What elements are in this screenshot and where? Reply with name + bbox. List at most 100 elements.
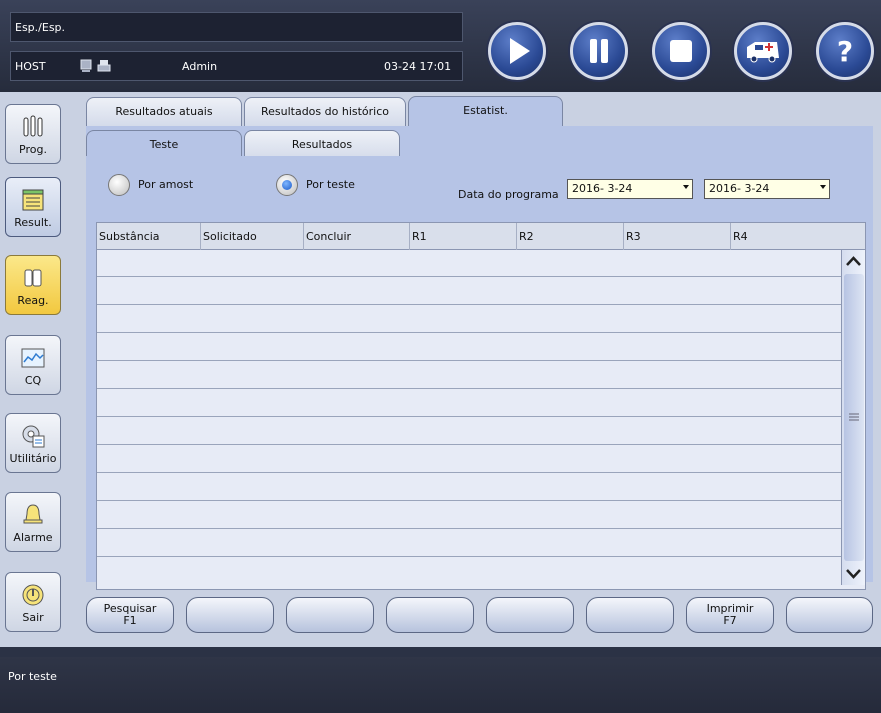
mode-bar: Esp./Esp.: [10, 12, 463, 42]
status-box: Por teste: [8, 664, 878, 692]
help-button[interactable]: ?: [816, 22, 874, 80]
qc-chart-icon: [21, 348, 45, 368]
sidebar-item-alarme[interactable]: Alarme: [5, 492, 61, 552]
ambulance-icon: [747, 42, 779, 63]
sidebar-label-result: Result.: [14, 216, 52, 229]
scroll-thumb[interactable]: [844, 274, 864, 561]
tab-label: Resultados do histórico: [260, 105, 390, 118]
sidebar-item-sair[interactable]: Sair: [5, 572, 61, 632]
program-date-label: Data do programa: [458, 188, 559, 201]
table-row[interactable]: [97, 530, 841, 557]
host-label: HOST: [15, 60, 46, 73]
grip-icon: [849, 413, 859, 421]
scroll-up-button[interactable]: [842, 250, 865, 274]
function-button-3[interactable]: [286, 597, 374, 633]
date-from-select[interactable]: 2016- 3-24: [567, 179, 693, 199]
subtab-label: Resultados: [291, 138, 353, 151]
function-button-2[interactable]: [186, 597, 274, 633]
datetime-label: 03-24 17:01: [384, 60, 452, 73]
search-button[interactable]: Pesquisar F1: [86, 597, 174, 633]
table-row[interactable]: [97, 474, 841, 501]
main-panel: Resultados atuais Resultados do históric…: [78, 92, 881, 647]
table-row[interactable]: [97, 362, 841, 389]
sidebar-label-alarme: Alarme: [13, 531, 53, 544]
print-button[interactable]: Imprimir F7: [686, 597, 774, 633]
utility-gear-icon: [22, 425, 45, 448]
sidebar-item-utilitario[interactable]: Utilitário: [5, 413, 61, 473]
sidebar-item-cq[interactable]: CQ: [5, 335, 61, 395]
tab-label: Resultados atuais: [115, 105, 213, 118]
status-text: Por teste: [8, 670, 57, 683]
user-label: Admin: [182, 60, 218, 73]
radio-label: Por amost: [138, 178, 194, 191]
table-header: Substância Solicitado Concluir R1 R2 R3 …: [97, 223, 865, 250]
table-row[interactable]: [97, 446, 841, 473]
sidebar-item-result[interactable]: Result.: [5, 177, 61, 237]
bell-icon: [23, 504, 43, 524]
table-row[interactable]: [97, 558, 841, 585]
sidebar: Prog. Result. Reag. CQ Utilitário Alarme…: [0, 92, 78, 647]
sidebar-label-reag: Reag.: [17, 294, 49, 307]
sidebar-label-utilitario: Utilitário: [9, 452, 57, 465]
tab-label: Estatist.: [463, 104, 508, 117]
stop-icon: [670, 40, 692, 62]
date-from-value: 2016- 3-24: [572, 182, 633, 195]
stop-button[interactable]: [652, 22, 710, 80]
subtab-label: Teste: [149, 138, 179, 151]
function-button-8[interactable]: [786, 597, 873, 633]
chevron-down-icon: [820, 185, 826, 189]
function-button-6[interactable]: [586, 597, 674, 633]
computer-icon: [80, 59, 92, 72]
help-icon: ?: [837, 35, 853, 68]
column-header[interactable]: Substância: [97, 223, 201, 250]
table-body: [97, 250, 841, 585]
results-icon: [22, 189, 44, 211]
radio-circle: [276, 174, 298, 196]
print-button-key: F7: [723, 614, 737, 627]
tab-history-results[interactable]: Resultados do histórico: [244, 97, 406, 127]
tab-statistics[interactable]: Estatist.: [408, 96, 563, 126]
column-header[interactable]: R2: [517, 223, 624, 250]
table-row[interactable]: [97, 390, 841, 417]
printer-icon: [97, 60, 111, 72]
play-button[interactable]: [488, 22, 546, 80]
column-header[interactable]: R4: [731, 223, 865, 250]
chevron-up-icon: [846, 256, 861, 266]
chevron-down-icon: [683, 185, 689, 189]
chevron-down-icon: [846, 569, 861, 579]
date-to-value: 2016- 3-24: [709, 182, 770, 195]
pause-icon: [590, 39, 608, 63]
table-row[interactable]: [97, 334, 841, 361]
sidebar-item-reag[interactable]: Reag.: [5, 255, 61, 315]
column-header[interactable]: Concluir: [304, 223, 410, 250]
pause-button[interactable]: [570, 22, 628, 80]
test-tubes-icon: [23, 115, 43, 137]
radio-label: Por teste: [306, 178, 355, 191]
scroll-down-button[interactable]: [842, 561, 865, 585]
column-header[interactable]: Solicitado: [201, 223, 304, 250]
column-header[interactable]: R3: [624, 223, 731, 250]
vertical-scrollbar[interactable]: [841, 250, 865, 585]
table-row[interactable]: [97, 250, 841, 277]
column-header[interactable]: R1: [410, 223, 517, 250]
tab-current-results[interactable]: Resultados atuais: [86, 97, 242, 127]
function-button-5[interactable]: [486, 597, 574, 633]
sidebar-label-cq: CQ: [24, 374, 42, 387]
radio-circle: [108, 174, 130, 196]
table-row[interactable]: [97, 306, 841, 333]
function-button-4[interactable]: [386, 597, 474, 633]
host-bar: HOST Admin 03-24 17:01: [10, 51, 463, 81]
header: Esp./Esp. HOST Admin 03-24 17:01 ?: [0, 0, 881, 92]
date-to-select[interactable]: 2016- 3-24: [704, 179, 830, 199]
table-row[interactable]: [97, 418, 841, 445]
play-icon: [510, 38, 530, 64]
mode-label: Esp./Esp.: [15, 21, 66, 34]
power-icon: [22, 584, 44, 606]
search-button-key: F1: [123, 614, 137, 627]
sidebar-label-sair: Sair: [22, 611, 44, 624]
table-row[interactable]: [97, 278, 841, 305]
sidebar-item-prog[interactable]: Prog.: [5, 104, 61, 164]
emergency-button[interactable]: [734, 22, 792, 80]
table-row[interactable]: [97, 502, 841, 529]
results-table: Substância Solicitado Concluir R1 R2 R3 …: [96, 222, 866, 590]
